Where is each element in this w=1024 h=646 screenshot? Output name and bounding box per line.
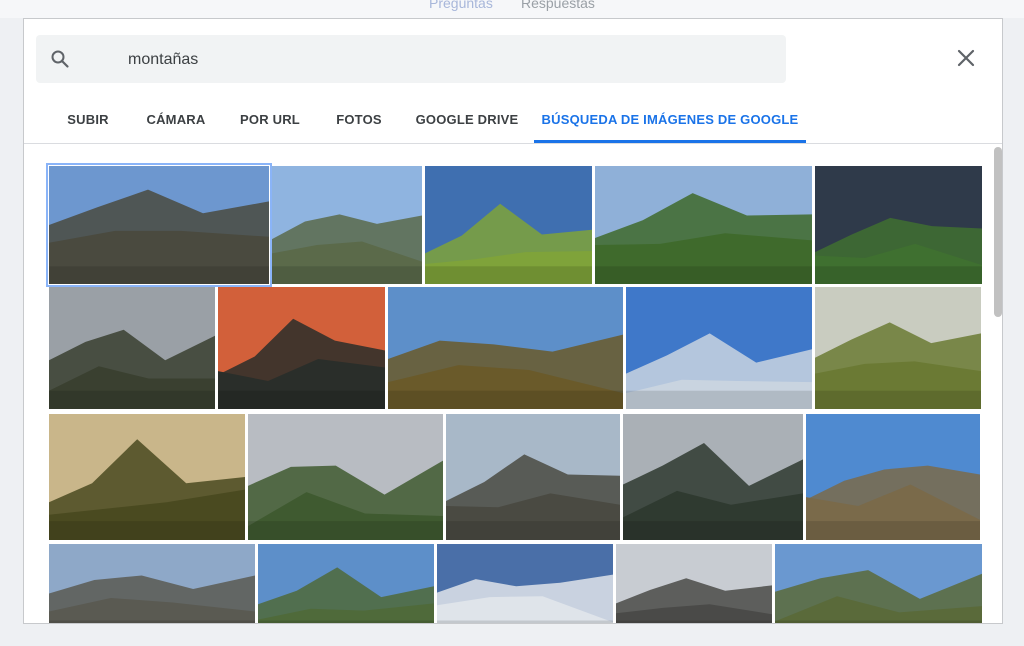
image-result-thumbnail[interactable] <box>623 414 803 540</box>
results-scrollbar[interactable] <box>992 144 1002 623</box>
image-result-thumbnail[interactable] <box>49 287 215 409</box>
tab-camara[interactable]: CÁMARA <box>136 99 216 143</box>
tab-fotos[interactable]: FOTOS <box>324 99 394 143</box>
image-result-thumbnail[interactable] <box>446 414 620 540</box>
image-result-thumbnail[interactable] <box>437 544 613 623</box>
image-result-thumbnail[interactable] <box>388 287 623 409</box>
search-input[interactable] <box>126 47 690 73</box>
image-result-thumbnail[interactable] <box>626 287 812 409</box>
upload-source-tabs: SUBIR CÁMARA POR URL FOTOS GOOGLE DRIVE … <box>24 99 1002 143</box>
scrollbar-thumb[interactable] <box>994 147 1002 317</box>
image-result-thumbnail[interactable] <box>775 544 982 623</box>
questions-link[interactable]: Preguntas <box>429 0 493 11</box>
image-results-grid <box>24 144 990 623</box>
image-result-thumbnail[interactable] <box>425 166 592 284</box>
tab-por-url[interactable]: POR URL <box>230 99 310 143</box>
image-result-thumbnail[interactable] <box>616 544 772 623</box>
image-result-thumbnail[interactable] <box>258 544 434 623</box>
image-result-thumbnail[interactable] <box>49 544 255 623</box>
search-bar <box>36 35 786 83</box>
image-result-thumbnail[interactable] <box>595 166 812 284</box>
image-result-thumbnail[interactable] <box>272 166 422 284</box>
tab-google-image-search[interactable]: BÚSQUEDA DE IMÁGENES DE GOOGLE <box>534 99 806 143</box>
image-result-thumbnail[interactable] <box>49 414 245 540</box>
close-icon[interactable] <box>954 46 978 70</box>
tab-google-drive[interactable]: GOOGLE DRIVE <box>410 99 524 143</box>
image-result-thumbnail[interactable] <box>46 163 272 287</box>
image-result-thumbnail[interactable] <box>806 414 980 540</box>
image-result-thumbnail[interactable] <box>815 287 981 409</box>
image-result-thumbnail[interactable] <box>248 414 443 540</box>
answers-link[interactable]: Respuestas <box>521 0 595 11</box>
image-picker-dialog: SUBIR CÁMARA POR URL FOTOS GOOGLE DRIVE … <box>23 18 1003 624</box>
image-result-thumbnail[interactable] <box>815 166 982 284</box>
image-result-thumbnail[interactable] <box>218 287 385 409</box>
tab-subir[interactable]: SUBIR <box>56 99 120 143</box>
search-icon[interactable] <box>50 49 70 69</box>
background-page-header: Preguntas Respuestas <box>0 0 1024 18</box>
